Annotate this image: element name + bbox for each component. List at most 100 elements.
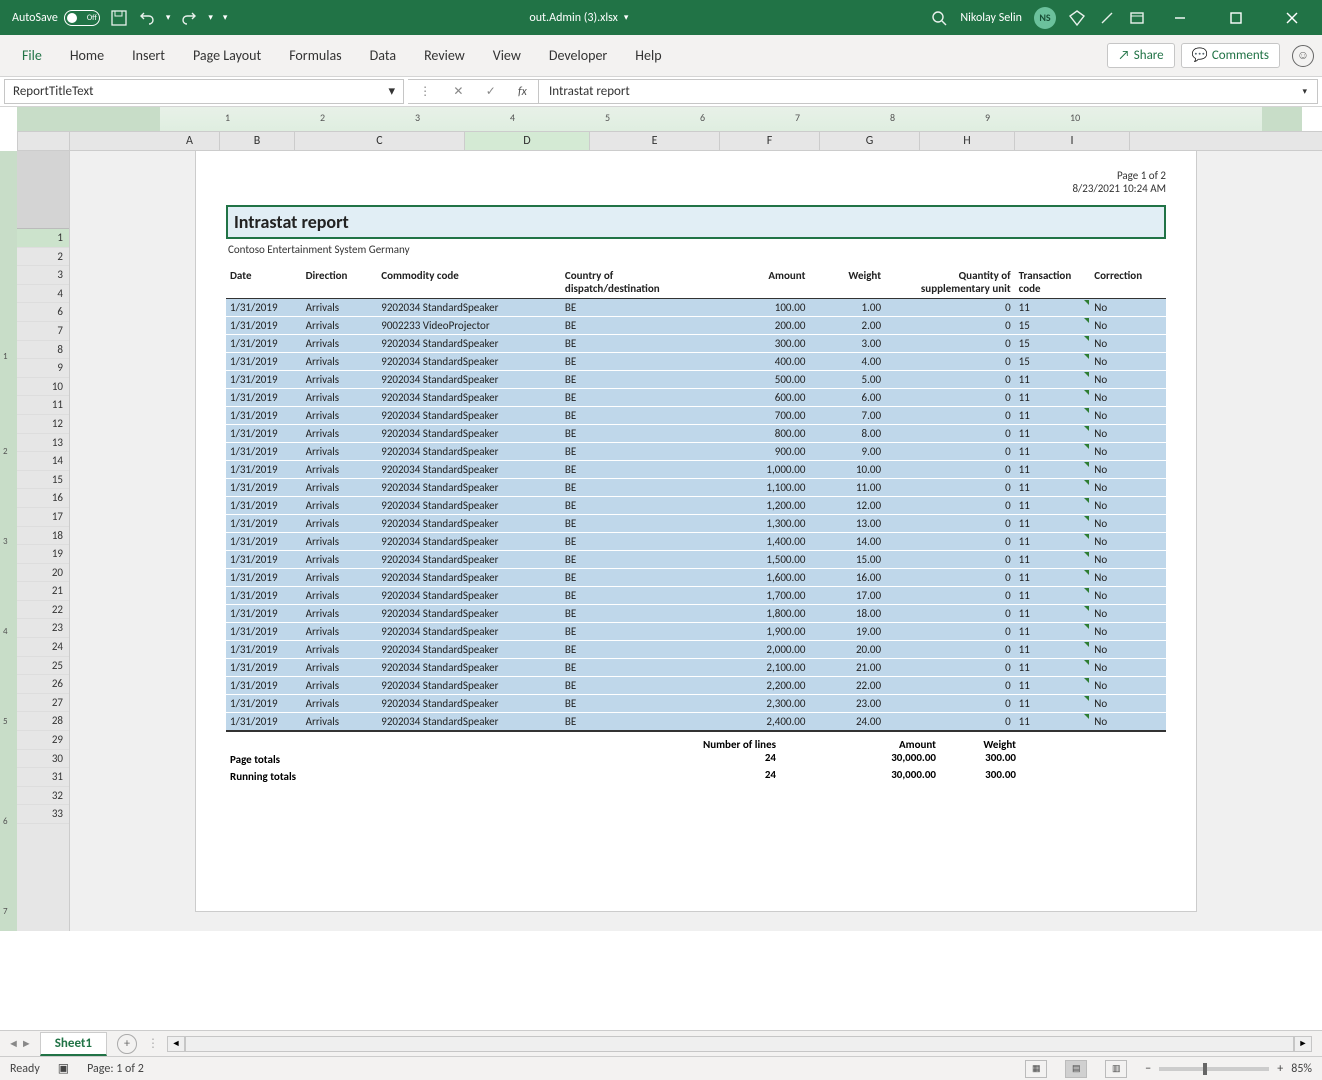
sheet-nav-next-icon[interactable]: ►: [21, 1037, 32, 1050]
row-header[interactable]: 7: [17, 322, 69, 341]
ribbon-display-icon[interactable]: [1128, 9, 1146, 27]
row-header[interactable]: 24: [17, 638, 69, 657]
row-header[interactable]: 25: [17, 657, 69, 676]
row-header[interactable]: 1: [17, 229, 69, 248]
zoom-level[interactable]: 85%: [1291, 1062, 1312, 1076]
col-H[interactable]: H: [920, 132, 1015, 150]
tab-help[interactable]: Help: [621, 37, 675, 74]
table-row[interactable]: 1/31/2019Arrivals9202034 StandardSpeaker…: [226, 533, 1166, 551]
normal-view-button[interactable]: ▦: [1025, 1060, 1047, 1078]
tab-page-layout[interactable]: Page Layout: [179, 37, 275, 74]
name-box[interactable]: ReportTitleText ▾: [4, 79, 404, 104]
minimize-button[interactable]: [1158, 0, 1202, 35]
tab-formulas[interactable]: Formulas: [275, 37, 355, 74]
table-row[interactable]: 1/31/2019Arrivals9202034 StandardSpeaker…: [226, 713, 1166, 732]
zoom-out-button[interactable]: −: [1145, 1062, 1151, 1076]
page-layout-view-button[interactable]: ▤: [1065, 1060, 1087, 1078]
tab-home[interactable]: Home: [56, 37, 118, 74]
row-header[interactable]: 27: [17, 694, 69, 713]
row-header[interactable]: 10: [17, 378, 69, 397]
share-button[interactable]: ↗Share: [1107, 43, 1174, 68]
horizontal-ruler[interactable]: 1 2 3 4 5 6 7 8 9 10: [70, 107, 1302, 131]
row-header[interactable]: 19: [17, 545, 69, 564]
row-header[interactable]: 6: [17, 303, 69, 322]
zoom-slider[interactable]: [1159, 1067, 1269, 1071]
table-row[interactable]: 1/31/2019Arrivals9202034 StandardSpeaker…: [226, 695, 1166, 713]
cancel-icon[interactable]: ✕: [453, 84, 463, 99]
title-dropdown-icon[interactable]: ▾: [624, 12, 629, 23]
user-name[interactable]: Nikolay Selin: [960, 11, 1022, 25]
formula-expand-icon[interactable]: ▾: [1302, 86, 1307, 97]
row-header[interactable]: 2: [17, 248, 69, 267]
sheet-nav-prev-icon[interactable]: ◄: [8, 1037, 19, 1050]
row-header[interactable]: [17, 151, 69, 229]
row-header[interactable]: 3: [17, 266, 69, 285]
close-button[interactable]: [1270, 0, 1314, 35]
row-header[interactable]: 31: [17, 768, 69, 787]
row-header[interactable]: 9: [17, 359, 69, 378]
col-A[interactable]: A: [160, 132, 220, 150]
tab-file[interactable]: File: [8, 37, 56, 74]
table-row[interactable]: 1/31/2019Arrivals9202034 StandardSpeaker…: [226, 569, 1166, 587]
row-header[interactable]: 22: [17, 601, 69, 620]
row-header[interactable]: 30: [17, 750, 69, 769]
undo-dropdown-icon[interactable]: ▾: [166, 12, 171, 23]
enter-icon[interactable]: ✓: [486, 84, 496, 99]
table-row[interactable]: 1/31/2019Arrivals9202034 StandardSpeaker…: [226, 677, 1166, 695]
horizontal-scrollbar[interactable]: ⋮ ◄ ►: [147, 1036, 1312, 1052]
select-all-cell[interactable]: [17, 131, 70, 151]
scroll-left-icon[interactable]: ◄: [167, 1036, 185, 1052]
undo-icon[interactable]: [138, 9, 156, 27]
table-row[interactable]: 1/31/2019Arrivals9202034 StandardSpeaker…: [226, 587, 1166, 605]
row-header[interactable]: 11: [17, 396, 69, 415]
col-B[interactable]: B: [220, 132, 295, 150]
row-header[interactable]: 12: [17, 415, 69, 434]
brush-icon[interactable]: [1098, 9, 1116, 27]
table-row[interactable]: 1/31/2019Arrivals9202034 StandardSpeaker…: [226, 389, 1166, 407]
tab-data[interactable]: Data: [356, 37, 410, 74]
row-header[interactable]: 16: [17, 489, 69, 508]
row-header[interactable]: 17: [17, 508, 69, 527]
table-row[interactable]: 1/31/2019Arrivals9202034 StandardSpeaker…: [226, 479, 1166, 497]
autosave-toggle[interactable]: AutoSave Off: [12, 10, 100, 26]
table-row[interactable]: 1/31/2019Arrivals9202034 StandardSpeaker…: [226, 551, 1166, 569]
row-header[interactable]: 8: [17, 341, 69, 360]
page-preview[interactable]: Page 1 of 2 8/23/2021 10:24 AM Intrastat…: [196, 151, 1196, 911]
scroll-right-icon[interactable]: ►: [1294, 1036, 1312, 1052]
report-title-cell[interactable]: Intrastat report: [226, 205, 1166, 239]
redo-icon[interactable]: [180, 9, 198, 27]
col-I[interactable]: I: [1015, 132, 1130, 150]
split-handle-icon[interactable]: ⋮: [147, 1036, 159, 1051]
table-row[interactable]: 1/31/2019Arrivals9202034 StandardSpeaker…: [226, 425, 1166, 443]
macro-record-icon[interactable]: ▣: [58, 1061, 69, 1076]
row-header[interactable]: 18: [17, 527, 69, 546]
zoom-in-button[interactable]: +: [1277, 1062, 1283, 1076]
redo-dropdown-icon[interactable]: ▾: [208, 12, 213, 23]
row-header[interactable]: 23: [17, 619, 69, 638]
maximize-button[interactable]: [1214, 0, 1258, 35]
row-header[interactable]: 26: [17, 675, 69, 694]
table-row[interactable]: 1/31/2019Arrivals9202034 StandardSpeaker…: [226, 497, 1166, 515]
row-header[interactable]: 21: [17, 582, 69, 601]
col-D[interactable]: D: [465, 132, 590, 150]
tab-insert[interactable]: Insert: [118, 37, 179, 74]
user-avatar[interactable]: NS: [1034, 7, 1056, 29]
tab-developer[interactable]: Developer: [535, 37, 621, 74]
table-row[interactable]: 1/31/2019Arrivals9202034 StandardSpeaker…: [226, 335, 1166, 353]
name-box-dropdown-icon[interactable]: ▾: [388, 84, 395, 99]
row-header[interactable]: 13: [17, 434, 69, 453]
table-row[interactable]: 1/31/2019Arrivals9202034 StandardSpeaker…: [226, 605, 1166, 623]
vertical-ruler[interactable]: 1 2 3 4 5 6 7: [0, 151, 17, 931]
feedback-icon[interactable]: ☺: [1292, 45, 1314, 67]
table-row[interactable]: 1/31/2019Arrivals9202034 StandardSpeaker…: [226, 443, 1166, 461]
table-row[interactable]: 1/31/2019Arrivals9202034 StandardSpeaker…: [226, 461, 1166, 479]
tab-view[interactable]: View: [479, 37, 535, 74]
row-header[interactable]: 20: [17, 564, 69, 583]
table-row[interactable]: 1/31/2019Arrivals9002233 VideoProjectorB…: [226, 317, 1166, 335]
save-icon[interactable]: [110, 9, 128, 27]
page-break-view-button[interactable]: ▥: [1105, 1060, 1127, 1078]
col-G[interactable]: G: [820, 132, 920, 150]
col-E[interactable]: E: [590, 132, 720, 150]
table-row[interactable]: 1/31/2019Arrivals9202034 StandardSpeaker…: [226, 515, 1166, 533]
row-header[interactable]: 29: [17, 731, 69, 750]
